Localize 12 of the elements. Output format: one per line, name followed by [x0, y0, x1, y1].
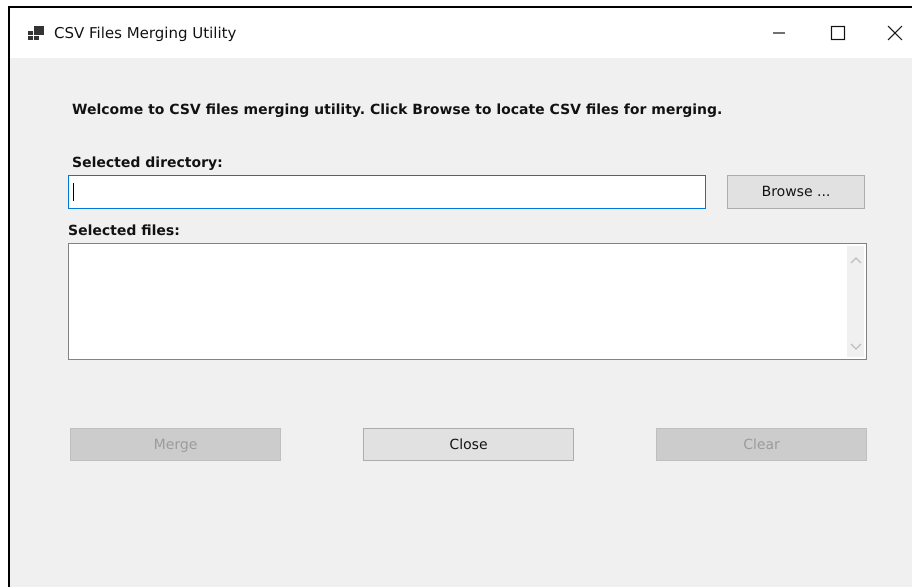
directory-label: Selected directory: — [72, 155, 224, 171]
files-label: Selected files: — [68, 223, 181, 239]
scroll-down-icon[interactable] — [850, 343, 862, 351]
window-title: CSV Files Merging Utility — [54, 24, 236, 42]
files-list[interactable] — [68, 243, 867, 360]
action-button[interactable]: Close — [363, 428, 574, 461]
scroll-up-icon[interactable] — [850, 256, 862, 264]
directory-field[interactable] — [68, 175, 706, 209]
app-icon — [28, 26, 44, 40]
welcome-text: Welcome to CSV files merging utility. Click Browse to locate CSV files for merging. — [72, 102, 724, 118]
browse-button[interactable]: Browse ... — [727, 175, 865, 209]
scrollbar[interactable] — [847, 246, 864, 357]
